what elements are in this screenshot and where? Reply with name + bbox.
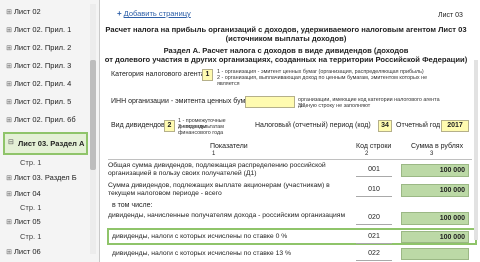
sidebar-item-label: Стр. 1 xyxy=(20,203,42,212)
sidebar-item-label: Лист 02. Прил. 2 xyxy=(14,43,72,52)
sidebar-subitem-page-1[interactable]: Стр. 1 xyxy=(20,229,89,245)
col-header-amount: Сумма в рублях xyxy=(411,143,464,150)
sidebar-item-list-02-pril-1[interactable]: ⊞ Лист 02. Прил. 1 xyxy=(4,22,89,38)
in-that-number-label: в том числе: xyxy=(112,202,153,209)
expand-icon[interactable]: ⊞ xyxy=(4,23,14,39)
sidebar-item-list-03-section-a[interactable]: ⊟ Лист 03. Раздел А xyxy=(3,132,88,155)
dividend-type-note-2: 2 - по результатам финансового года xyxy=(178,124,225,136)
form-tree-sidebar: ⊞ Лист 02 ⊞ Лист 02. Прил. 1 ⊞ Лист 02. При… xyxy=(0,0,100,262)
add-page-label: Добавить страницу xyxy=(123,9,191,18)
row-020-value[interactable]: 100 000 xyxy=(401,212,469,225)
expand-icon[interactable]: ⊞ xyxy=(4,215,14,231)
row-022-value[interactable] xyxy=(401,248,469,260)
sidebar-item-label: Лист 03. Раздел Б xyxy=(14,173,77,182)
col-number: 3 xyxy=(430,151,434,157)
declaration-form: + Добавить страницу Лист 03 Расчет налога… xyxy=(100,0,480,262)
form-title-sub: (источником выплаты доходов) xyxy=(225,34,347,43)
period-field[interactable]: 34 xyxy=(378,120,392,132)
inn-field[interactable] xyxy=(245,96,295,108)
expand-icon[interactable]: ⊞ xyxy=(4,5,14,21)
sidebar-item-label: Лист 02. Прил. 6б xyxy=(14,115,76,124)
sidebar-item-list-05[interactable]: ⊞ Лист 05 xyxy=(4,214,89,230)
sidebar-item-list-02-pril-4[interactable]: ⊞ Лист 02. Прил. 4 xyxy=(4,76,89,92)
sidebar-item-label: Стр. 1 xyxy=(20,158,42,167)
sidebar-item-label: Стр. 1 xyxy=(20,232,42,241)
form-title: Расчет налога на прибыль организаций с д… xyxy=(105,25,467,34)
sidebar-item-label: Лист 02. Прил. 4 xyxy=(14,79,72,88)
row-010-value[interactable]: 100 000 xyxy=(401,184,469,197)
collapse-icon[interactable]: ⊟ xyxy=(8,138,14,146)
plus-icon: + xyxy=(117,9,122,18)
row-022-label: дивиденды, налоги с которых исчислены по… xyxy=(112,250,292,257)
add-page-link[interactable]: + Добавить страницу xyxy=(117,3,191,21)
expand-icon[interactable]: ⊞ xyxy=(4,95,14,111)
form-scrollbar[interactable] xyxy=(474,60,478,240)
col-header-indicators: Показатели xyxy=(210,143,248,150)
expand-icon[interactable]: ⊞ xyxy=(4,187,14,203)
agent-category-label: Категория налогового агента xyxy=(111,71,205,78)
agent-category-note-2: 2 - организация, выплачивающая доход по … xyxy=(217,75,428,87)
sidebar-item-list-02-pril-6b[interactable]: ⊞ Лист 02. Прил. 6б xyxy=(4,112,89,128)
sidebar-item-list-02-pril-3[interactable]: ⊞ Лист 02. Прил. 3 xyxy=(4,58,89,74)
section-title-sub: от долевого участия в других организация… xyxy=(104,55,468,64)
sidebar-item-label: Лист 04 xyxy=(14,189,41,198)
row-022-code: 022 xyxy=(356,248,392,261)
expand-icon[interactable]: ⊞ xyxy=(4,59,14,75)
year-label: Отчетный год xyxy=(396,122,441,129)
expand-icon[interactable]: ⊞ xyxy=(4,77,14,93)
year-field[interactable]: 2017 xyxy=(441,120,469,132)
dividend-type-label: Вид дивидендов xyxy=(111,122,165,129)
sidebar-item-list-02-pril-5[interactable]: ⊞ Лист 02. Прил. 5 xyxy=(4,94,89,110)
expand-icon[interactable]: ⊞ xyxy=(4,113,14,129)
col-number: 1 xyxy=(212,151,216,157)
section-title: Раздел А. Расчет налога с доходов в виде… xyxy=(163,46,409,55)
sidebar-item-label: Лист 02. Прил. 1 xyxy=(14,25,72,34)
sidebar-item-label: Лист 06 xyxy=(14,247,41,256)
row-020-label: дивиденды, начисленные получателям доход… xyxy=(108,212,346,219)
sidebar-item-list-02[interactable]: ⊞ Лист 02 xyxy=(4,4,89,20)
inn-label: ИНН организации - эмитента ценных бумаг xyxy=(111,98,252,105)
row-021-code: 021 xyxy=(356,231,392,244)
row-010-label: Сумма дивидендов, подлежащих выплате акц… xyxy=(108,182,330,197)
sheet-label: Лист 03 xyxy=(438,12,463,19)
inn-note-2: данную строку не заполняют xyxy=(298,103,371,109)
sidebar-item-list-03-section-b[interactable]: ⊞ Лист 03. Раздел Б xyxy=(4,170,89,186)
col-number: 2 xyxy=(365,151,369,157)
sidebar-item-label: Лист 03. Раздел А xyxy=(18,139,85,148)
row-021-value[interactable]: 100 000 xyxy=(401,231,469,243)
row-001-label: Общая сумма дивидендов, подлежащая распр… xyxy=(108,162,326,177)
row-001-value[interactable]: 100 000 xyxy=(401,164,469,177)
sidebar-subitem-page-1[interactable]: Стр. 1 xyxy=(20,155,89,171)
agent-category-field[interactable]: 1 xyxy=(202,69,213,81)
row-020-code: 020 xyxy=(356,212,392,225)
sidebar-item-list-02-pril-2[interactable]: ⊞ Лист 02. Прил. 2 xyxy=(4,40,89,56)
expand-icon[interactable]: ⊞ xyxy=(4,245,14,261)
col-header-code: Код строки xyxy=(356,143,392,150)
sidebar-item-label: Лист 05 xyxy=(14,217,41,226)
sidebar-scrollbar-thumb[interactable] xyxy=(90,60,96,170)
expand-icon[interactable]: ⊞ xyxy=(4,171,14,187)
row-021-label: дивиденды, налоги с которых исчислены по… xyxy=(112,233,288,240)
header-divider xyxy=(108,159,472,160)
row-001-code: 001 xyxy=(356,164,392,177)
row-010-code: 010 xyxy=(356,184,392,197)
dividend-type-field[interactable]: 2 xyxy=(164,120,175,132)
sidebar-item-label: Лист 02. Прил. 3 xyxy=(14,61,72,70)
sidebar-item-label: Лист 02 xyxy=(14,7,41,16)
sidebar-item-label: Лист 02. Прил. 5 xyxy=(14,97,72,106)
period-label: Налоговый (отчетный) период (код) xyxy=(255,122,371,129)
expand-icon[interactable]: ⊞ xyxy=(4,41,14,57)
sidebar-item-list-06[interactable]: ⊞ Лист 06 xyxy=(4,244,89,260)
